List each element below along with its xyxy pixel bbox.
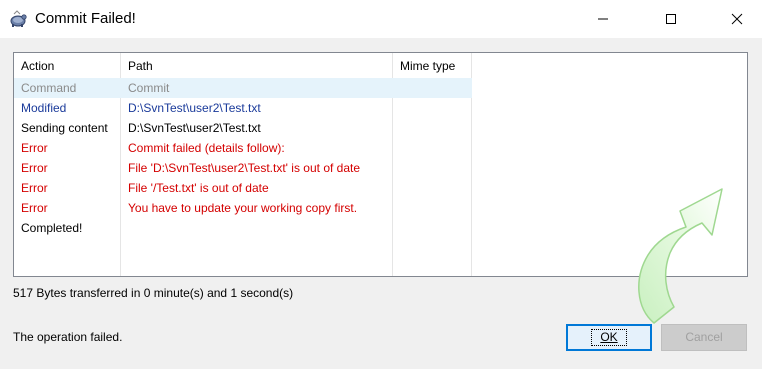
table-row[interactable]: Error You have to update your working co… xyxy=(14,198,472,218)
action-cell: Modified xyxy=(21,101,67,115)
action-list[interactable]: Action Path Mime type Command Commit Mod… xyxy=(13,52,748,324)
window-title: Commit Failed! xyxy=(35,10,136,27)
column-header-action[interactable]: Action xyxy=(14,53,121,78)
close-button[interactable] xyxy=(714,0,760,38)
mime-cell xyxy=(393,158,472,178)
commit-arrow-icon xyxy=(638,188,723,324)
mime-cell xyxy=(393,138,472,158)
table-row[interactable]: Completed! xyxy=(14,218,472,238)
action-cell: Error xyxy=(21,181,48,195)
path-cell xyxy=(121,218,393,238)
path-cell: You have to update your working copy fir… xyxy=(128,201,358,215)
table-row[interactable]: Error File 'D:\SvnTest\user2\Test.txt' i… xyxy=(14,158,472,178)
action-cell: Sending content xyxy=(21,121,108,135)
mime-cell xyxy=(393,98,472,118)
minimize-icon xyxy=(598,18,608,20)
maximize-button[interactable] xyxy=(648,0,694,38)
cancel-button[interactable]: Cancel xyxy=(661,324,747,351)
table-row[interactable]: Error Commit failed (details follow): xyxy=(14,138,472,158)
path-cell: File 'D:\SvnTest\user2\Test.txt' is out … xyxy=(128,161,361,175)
mime-cell xyxy=(393,198,472,218)
table-row[interactable]: Command Commit xyxy=(14,78,472,98)
path-cell: D:\SvnTest\user2\Test.txt xyxy=(128,121,261,135)
mime-cell xyxy=(393,178,472,198)
mime-cell xyxy=(393,218,472,238)
path-cell: D:\SvnTest\user2\Test.txt xyxy=(128,101,261,115)
close-icon xyxy=(731,13,743,25)
table-row[interactable]: Error File '/Test.txt' is out of date xyxy=(14,178,472,198)
table-row[interactable]: Sending content D:\SvnTest\user2\Test.tx… xyxy=(14,118,472,138)
title-bar: Commit Failed! xyxy=(0,0,762,38)
minimize-button[interactable] xyxy=(580,0,626,38)
action-cell: Error xyxy=(21,201,48,215)
ok-button[interactable]: OK xyxy=(566,324,652,351)
path-cell: Commit failed (details follow): xyxy=(128,141,285,155)
column-header-mime-type[interactable]: Mime type xyxy=(393,53,472,78)
path-cell: Commit xyxy=(128,81,170,95)
mime-cell xyxy=(393,118,472,138)
action-cell: Error xyxy=(21,161,48,175)
column-header-path[interactable]: Path xyxy=(121,53,393,78)
result-status: The operation failed. xyxy=(13,330,123,344)
action-cell: Error xyxy=(21,141,48,155)
mime-cell xyxy=(393,78,472,98)
tortoise-svn-icon xyxy=(10,10,27,27)
action-cell: Command xyxy=(21,81,77,95)
maximize-icon xyxy=(666,14,676,24)
ok-button-label: OK xyxy=(591,329,627,346)
transfer-status: 517 Bytes transferred in 0 minute(s) and… xyxy=(13,286,294,300)
path-cell: File '/Test.txt' is out of date xyxy=(128,181,269,195)
action-cell: Completed! xyxy=(21,221,83,235)
table-row[interactable]: Modified D:\SvnTest\user2\Test.txt xyxy=(14,98,472,118)
